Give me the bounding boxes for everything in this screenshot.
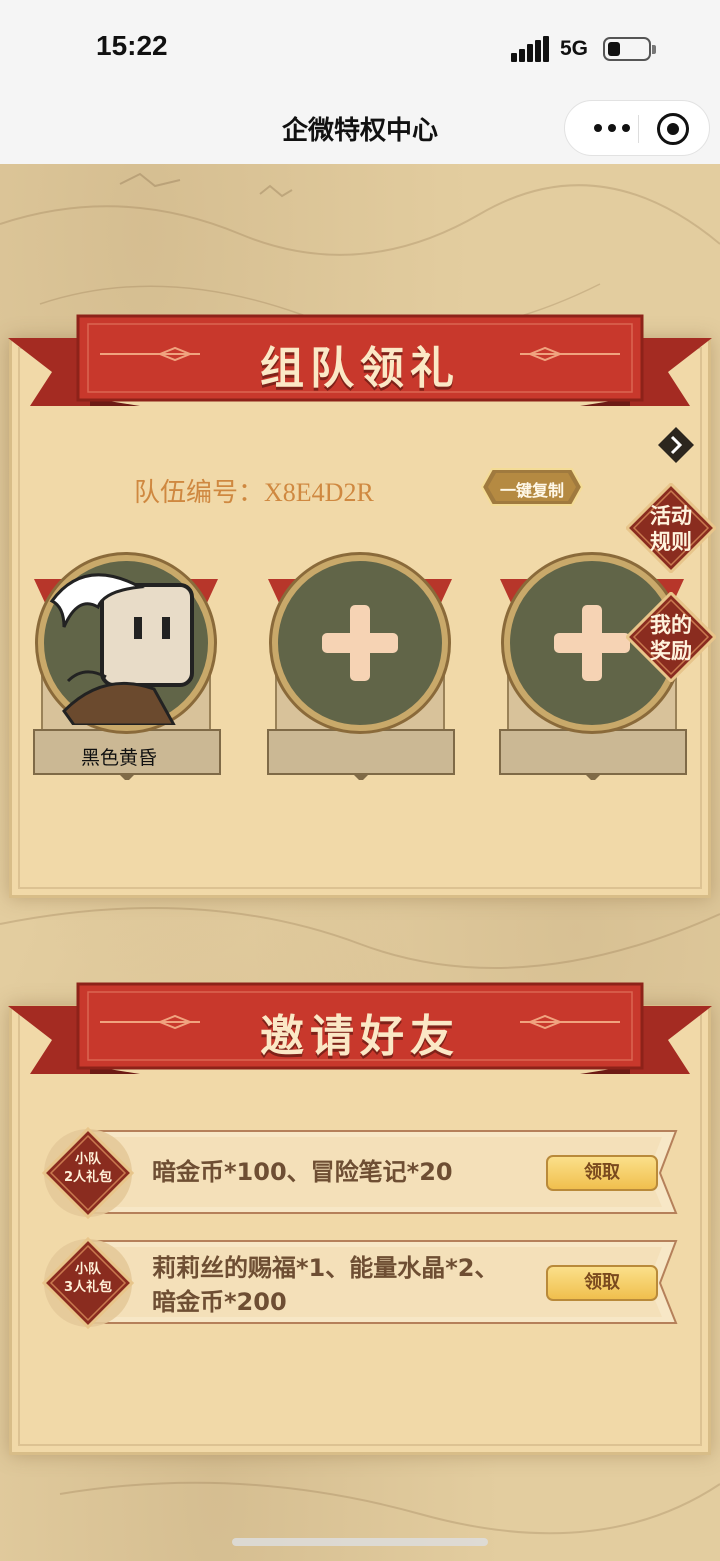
- my-rewards-label-2: 奖励: [650, 639, 692, 663]
- reward-text: 莉莉丝的赐福*1、能量水晶*2、 暗金币*200: [152, 1251, 499, 1319]
- invite-reward-row: 小队 3人礼包 莉莉丝的赐福*1、能量水晶*2、 暗金币*200 领取: [40, 1235, 680, 1331]
- status-bar: 15:22 5G: [0, 0, 720, 96]
- team-id: 队伍编号：X8E4D2R: [134, 472, 374, 509]
- claim-button[interactable]: 领取: [546, 1155, 658, 1191]
- claim-button[interactable]: 领取: [546, 1265, 658, 1301]
- avatar: [38, 555, 214, 731]
- team-id-value: X8E4D2R: [264, 478, 374, 507]
- reward-text-line2: 暗金币*200: [152, 1288, 287, 1316]
- activity-rules-label-1: 活动: [650, 504, 692, 528]
- invite-section-title: 邀请好友: [260, 1011, 460, 1062]
- team-id-label: 队伍编号：: [134, 478, 265, 507]
- invite-reward-row: 小队 2人礼包 暗金币*100、冒险笔记*20 领取: [40, 1125, 680, 1221]
- more-icon[interactable]: [587, 111, 637, 145]
- avatar-character-icon: [49, 573, 194, 727]
- my-rewards-button-overlay[interactable]: 我的 奖励: [626, 592, 716, 682]
- empty-member-slot[interactable]: [260, 555, 460, 780]
- reward-text-line1: 莉莉丝的赐福*1、能量水晶*2、: [152, 1254, 499, 1282]
- pack-badge-line2: 3人礼包: [63, 1280, 113, 1295]
- team-section-banner: 组队领礼: [0, 310, 720, 410]
- signal-icon: [511, 36, 549, 62]
- close-miniprogram-icon[interactable]: [657, 113, 689, 145]
- my-rewards-label-1: 我的: [650, 613, 692, 637]
- pack-badge-line1: 小队: [74, 1152, 101, 1167]
- pack-badge-line1: 小队: [74, 1262, 101, 1277]
- activity-rules-label-2: 规则: [650, 530, 692, 554]
- team-section-title: 组队领礼: [260, 343, 460, 394]
- home-indicator: [232, 1538, 488, 1546]
- nav-bar: 企微特权中心: [0, 96, 720, 164]
- battery-icon: [603, 37, 656, 61]
- chevron-right-icon[interactable]: [657, 426, 695, 464]
- copy-team-id-button[interactable]: 一键复制: [480, 467, 584, 507]
- copy-button-label: 一键复制: [499, 481, 564, 500]
- reward-text: 暗金币*100、冒险笔记*20: [152, 1158, 453, 1186]
- status-time: 15:22: [96, 30, 168, 61]
- plus-icon: [322, 605, 398, 681]
- member-name: 黑色黄昏: [80, 747, 157, 769]
- pack-badge-line2: 2人礼包: [63, 1170, 113, 1185]
- network-type: 5G: [560, 37, 589, 60]
- miniprogram-capsule: [564, 100, 710, 156]
- capsule-divider: [638, 115, 639, 143]
- team-member-slot[interactable]: 黑色黄昏: [26, 555, 226, 780]
- invite-section-banner: 邀请好友: [0, 978, 720, 1078]
